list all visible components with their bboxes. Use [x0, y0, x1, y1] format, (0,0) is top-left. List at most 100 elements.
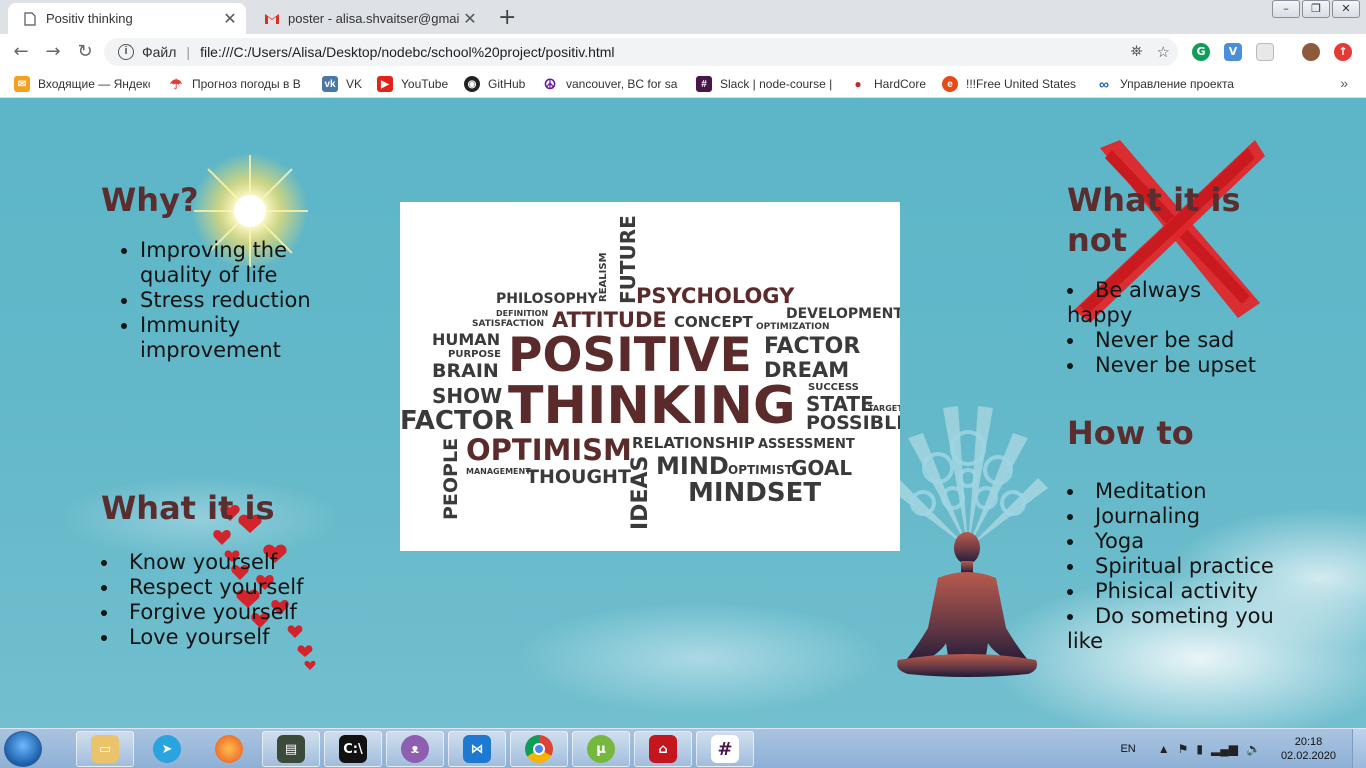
pdf-icon: ⌂ [649, 735, 677, 763]
list-item: Forgive yourself [101, 600, 331, 625]
slack-icon: # [696, 76, 712, 92]
list-item: Stress reduction [140, 288, 311, 313]
bookmark-item[interactable]: ▶ YouTube [377, 76, 448, 92]
word-goal: GOAL [791, 456, 853, 480]
vscode-icon: ⋈ [463, 735, 491, 763]
word-future: FUTURE [616, 215, 640, 304]
word-human: HUMAN [432, 330, 501, 349]
word-thought: THOUGHT [526, 466, 631, 488]
utorrent-icon: µ [587, 735, 615, 763]
why-heading: Why? [101, 181, 199, 219]
maximize-button[interactable]: ❐ [1302, 0, 1330, 18]
word-ideas: IDEAS [628, 455, 653, 530]
what-it-is-section: What it is Know yourself Respect yoursel… [101, 488, 331, 650]
minimize-button[interactable]: – [1272, 0, 1300, 18]
back-button[interactable]: ← [10, 41, 32, 63]
meditation-figure-image [888, 406, 1048, 677]
address-bar[interactable]: i Файл | file:///C:/Users/Alisa/Desktop/… [104, 38, 1178, 66]
vk-icon: vk [322, 76, 338, 92]
taskbar-monitor[interactable]: ▤ [262, 731, 320, 767]
bookmark-star-icon[interactable]: ☆ [1157, 43, 1170, 61]
taskbar-pdf[interactable]: ⌂ [634, 731, 692, 767]
info-icon[interactable]: i [118, 44, 134, 60]
word-state: STATE [806, 392, 874, 416]
what-it-is-not-heading: What it is not [1067, 181, 1241, 259]
taskbar-cat-app[interactable]: ᴥ [386, 731, 444, 767]
bookmark-item[interactable]: ✉ Входящие — Яндекс [14, 76, 150, 92]
hardcore-icon: ● [854, 77, 862, 91]
how-to-heading: How to [1067, 414, 1194, 452]
signal-icon[interactable]: ▂▄▆ [1211, 742, 1238, 756]
page-icon [22, 11, 38, 27]
taskbar-chrome[interactable] [510, 731, 568, 767]
what-it-is-not-list: Be always happy Never be sad Never be up… [1067, 278, 1267, 378]
tab-positiv-thinking[interactable]: Positiv thinking ✕ [8, 3, 246, 34]
word-show: SHOW [432, 384, 503, 408]
word-people: PEOPLE [440, 437, 462, 520]
taskbar-telegram[interactable]: ➤ [138, 731, 196, 767]
taskbar-vscode[interactable]: ⋈ [448, 731, 506, 767]
grammarly-icon[interactable]: G [1192, 43, 1210, 61]
clock[interactable]: 20:18 02.02.2020 [1281, 735, 1336, 763]
close-icon[interactable]: ✕ [460, 9, 480, 29]
reload-button[interactable]: ↻ [74, 41, 96, 63]
tray-expand-icon[interactable]: ▲ [1158, 742, 1170, 756]
battery-icon[interactable]: ▮ [1196, 742, 1203, 756]
chrome-icon [525, 735, 553, 763]
taskbar-firefox[interactable] [200, 731, 258, 767]
word-dream: FACTOR [764, 334, 861, 359]
close-icon[interactable]: ✕ [220, 9, 240, 29]
word-positive: POSITIVE [508, 328, 752, 383]
taskbar-utorrent[interactable]: µ [572, 731, 630, 767]
word-realism: REALISM [598, 252, 609, 302]
volume-icon[interactable]: 🔈 [1246, 742, 1261, 756]
word-optimization: OPTIMIZATION [756, 322, 830, 332]
why-list: Improving the quality of life Stress red… [140, 238, 311, 363]
word-assessment: ASSESSMENT [758, 437, 855, 452]
browser-toolbar: ← → ↻ i Файл | file:///C:/Users/Alisa/De… [0, 34, 1366, 70]
new-tab-button[interactable]: + [498, 5, 516, 30]
bookmarks-more-button[interactable]: » [1340, 75, 1348, 91]
list-item: Meditation [1067, 479, 1277, 504]
bookmark-item[interactable]: ☂ Прогноз погоды в В [168, 76, 304, 92]
window-controls: – ❐ ✕ [1270, 0, 1360, 18]
gmail-icon [264, 11, 280, 27]
show-desktop-button[interactable] [1352, 729, 1366, 768]
bookmark-item[interactable]: ☮ vancouver, BC for sal [542, 76, 678, 92]
taskbar-terminal[interactable]: C:\ [324, 731, 382, 767]
forward-button[interactable]: → [42, 41, 64, 63]
taskbar-slack[interactable]: # [696, 731, 754, 767]
list-item: Love yourself [101, 625, 331, 650]
bookmark-item[interactable]: ● HardCore [850, 76, 926, 92]
bookmark-item[interactable]: vk VK [322, 76, 362, 92]
vimeo-icon[interactable]: V [1224, 43, 1242, 61]
mail-icon: ✉ [14, 76, 30, 92]
word-psychology: PSYCHOLOGY [636, 284, 795, 308]
what-it-is-not-section: What it is not Be always happy Never be … [1067, 180, 1267, 378]
what-it-is-list: Know yourself Respect yourself Forgive y… [101, 550, 331, 650]
update-icon[interactable]: ↑ [1334, 43, 1352, 61]
network-flag-icon[interactable]: ⚑ [1178, 742, 1189, 756]
language-indicator[interactable]: EN [1120, 743, 1135, 755]
bookmark-item[interactable]: ◉ GitHub [464, 76, 525, 92]
close-window-button[interactable]: ✕ [1332, 0, 1360, 18]
bookmark-item[interactable]: e !!!Free United States [942, 76, 1078, 92]
how-to-section: How to Meditation Journaling Yoga Spirit… [1067, 413, 1277, 654]
translate-icon[interactable]: ⛯ [1131, 43, 1143, 61]
clock-time: 20:18 [1294, 736, 1323, 748]
slack-icon: # [711, 735, 739, 763]
address-url[interactable]: file:///C:/Users/Alisa/Desktop/nodebc/sc… [200, 44, 614, 60]
avatar[interactable] [1302, 43, 1320, 61]
word-factor: FACTOR [400, 406, 514, 436]
tab-gmail-poster[interactable]: poster - alisa.shvaitser@gmail.co ✕ [250, 3, 486, 34]
address-scheme-label: Файл [142, 44, 177, 60]
list-item: Never be upset [1067, 353, 1267, 378]
bookmark-item[interactable]: ∞ Управление проекта [1096, 76, 1236, 92]
start-button[interactable] [4, 731, 42, 767]
monitor-icon: ▤ [277, 735, 305, 763]
extension-icon[interactable] [1256, 43, 1274, 61]
list-item: Be always happy [1067, 278, 1267, 328]
bookmark-item[interactable]: # Slack | node-course | [696, 76, 832, 92]
terminal-icon: C:\ [339, 735, 367, 763]
taskbar-explorer[interactable]: ▭ [76, 731, 134, 767]
